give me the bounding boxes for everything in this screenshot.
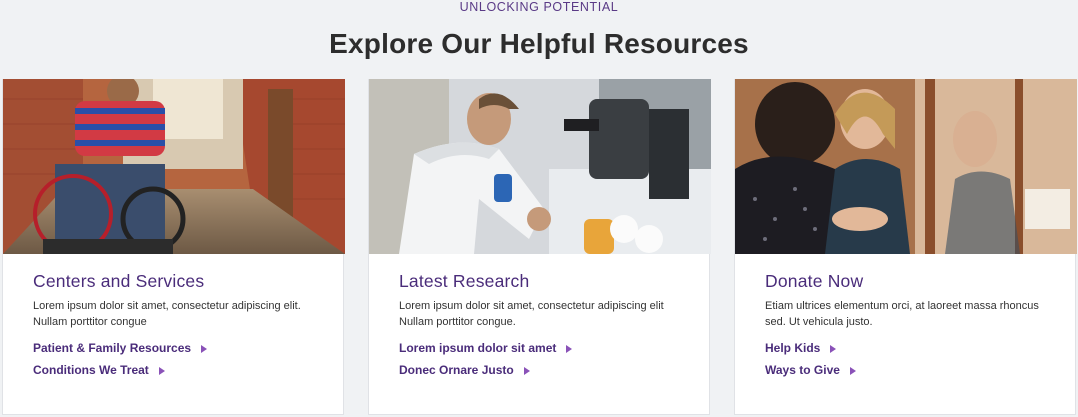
resource-card-donate: Donate Now Etiam ultrices elementum orci… xyxy=(734,79,1077,415)
link-label: Patient & Family Resources xyxy=(33,341,192,355)
link-lorem-ipsum[interactable]: Lorem ipsum dolor sit amet xyxy=(399,340,573,356)
arrow-right-icon xyxy=(158,366,165,375)
link-label: Lorem ipsum dolor sit amet xyxy=(399,341,557,355)
card-description: Lorem ipsum dolor sit amet, consectetur … xyxy=(33,300,301,328)
link-help-kids[interactable]: Help Kids xyxy=(765,340,837,356)
card-description: Lorem ipsum dolor sit amet, consectetur … xyxy=(399,300,664,328)
arrow-right-icon xyxy=(201,344,208,353)
card-image xyxy=(735,79,1077,254)
boy-in-wheelchair-photo xyxy=(3,79,345,254)
link-patient-family-resources[interactable]: Patient & Family Resources xyxy=(33,340,208,356)
arrow-right-icon xyxy=(566,344,573,353)
link-label: Conditions We Treat xyxy=(33,363,149,377)
researcher-at-microscope-photo xyxy=(369,79,711,254)
section-eyebrow: UNLOCKING POTENTIAL xyxy=(459,0,619,14)
link-label: Donec Ornare Justo xyxy=(399,363,514,377)
link-label: Help Kids xyxy=(765,341,821,355)
card-image xyxy=(3,79,345,254)
card-title: Donate Now xyxy=(765,271,864,291)
link-label: Ways to Give xyxy=(765,363,840,377)
link-donec-ornare-justo[interactable]: Donec Ornare Justo xyxy=(399,362,530,378)
card-title: Latest Research xyxy=(399,271,530,291)
link-conditions-we-treat[interactable]: Conditions We Treat xyxy=(33,362,165,378)
card-title: Centers and Services xyxy=(33,271,205,291)
arrow-right-icon xyxy=(523,366,530,375)
women-talking-photo xyxy=(735,79,1077,254)
resource-card-research: Latest Research Lorem ipsum dolor sit am… xyxy=(368,79,711,415)
card-image xyxy=(369,79,711,254)
card-description: Etiam ultrices elementum orci, at laoree… xyxy=(765,300,1039,328)
section-title: Explore Our Helpful Resources xyxy=(329,28,749,59)
resource-card-centers: Centers and Services Lorem ipsum dolor s… xyxy=(2,79,345,415)
link-ways-to-give[interactable]: Ways to Give xyxy=(765,362,856,378)
arrow-right-icon xyxy=(849,366,856,375)
arrow-right-icon xyxy=(830,344,837,353)
